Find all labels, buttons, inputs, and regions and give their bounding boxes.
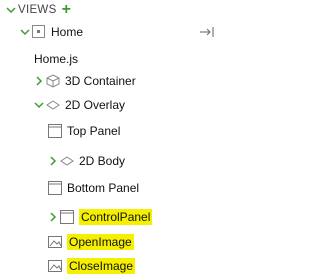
tree-item-label: Home.js <box>34 52 79 66</box>
chevron-down-icon[interactable] <box>6 3 18 17</box>
tree-item-bottom-panel[interactable]: Bottom Panel <box>48 178 139 198</box>
tree-item-home[interactable]: Home <box>20 22 221 42</box>
tree-item-2d-body[interactable]: 2D Body <box>48 151 125 171</box>
tree-item-label: Top Panel <box>67 124 121 138</box>
plus-icon[interactable]: + <box>62 2 71 18</box>
tree-item-3d-container[interactable]: 3D Container <box>34 71 136 91</box>
chevron-down-icon[interactable] <box>20 25 32 39</box>
chevron-down-icon[interactable] <box>34 98 46 112</box>
tree-item-close-image[interactable]: CloseImage <box>48 256 136 276</box>
tree-item-label: Home <box>51 25 84 39</box>
tree-item-top-panel[interactable]: Top Panel <box>48 121 120 141</box>
panel-icon <box>60 210 74 224</box>
tree-item-label: 2D Overlay <box>65 98 126 112</box>
tree-item-label: 2D Body <box>79 154 126 168</box>
panel-icon <box>48 124 62 138</box>
image-icon <box>48 259 62 273</box>
set-as-start-icon[interactable] <box>199 22 215 42</box>
tree-item-label: CloseImage <box>67 258 136 274</box>
cube-icon <box>46 74 60 88</box>
page-icon <box>32 25 46 39</box>
chevron-right-icon[interactable] <box>34 74 46 88</box>
tree-item-open-image[interactable]: OpenImage <box>48 232 134 252</box>
chevron-right-icon[interactable] <box>48 210 60 224</box>
tree-item-label: ControlPanel <box>79 209 153 225</box>
panel-icon <box>48 181 62 195</box>
tree-item-label: OpenImage <box>67 234 134 250</box>
plane-icon <box>60 154 74 168</box>
image-icon <box>48 235 62 249</box>
chevron-right-icon[interactable] <box>48 154 60 168</box>
views-section-label: VIEWS <box>18 4 57 16</box>
tree-item-label: 3D Container <box>65 74 136 88</box>
tree-item-label: Bottom Panel <box>67 181 140 195</box>
plane-icon <box>46 98 60 112</box>
tree-item-home-js[interactable]: Home.js <box>34 49 78 69</box>
views-section-header[interactable]: VIEWS + <box>6 0 71 20</box>
tree-item-control-panel[interactable]: ControlPanel <box>48 207 153 227</box>
tree-item-2d-overlay[interactable]: 2D Overlay <box>34 95 125 115</box>
